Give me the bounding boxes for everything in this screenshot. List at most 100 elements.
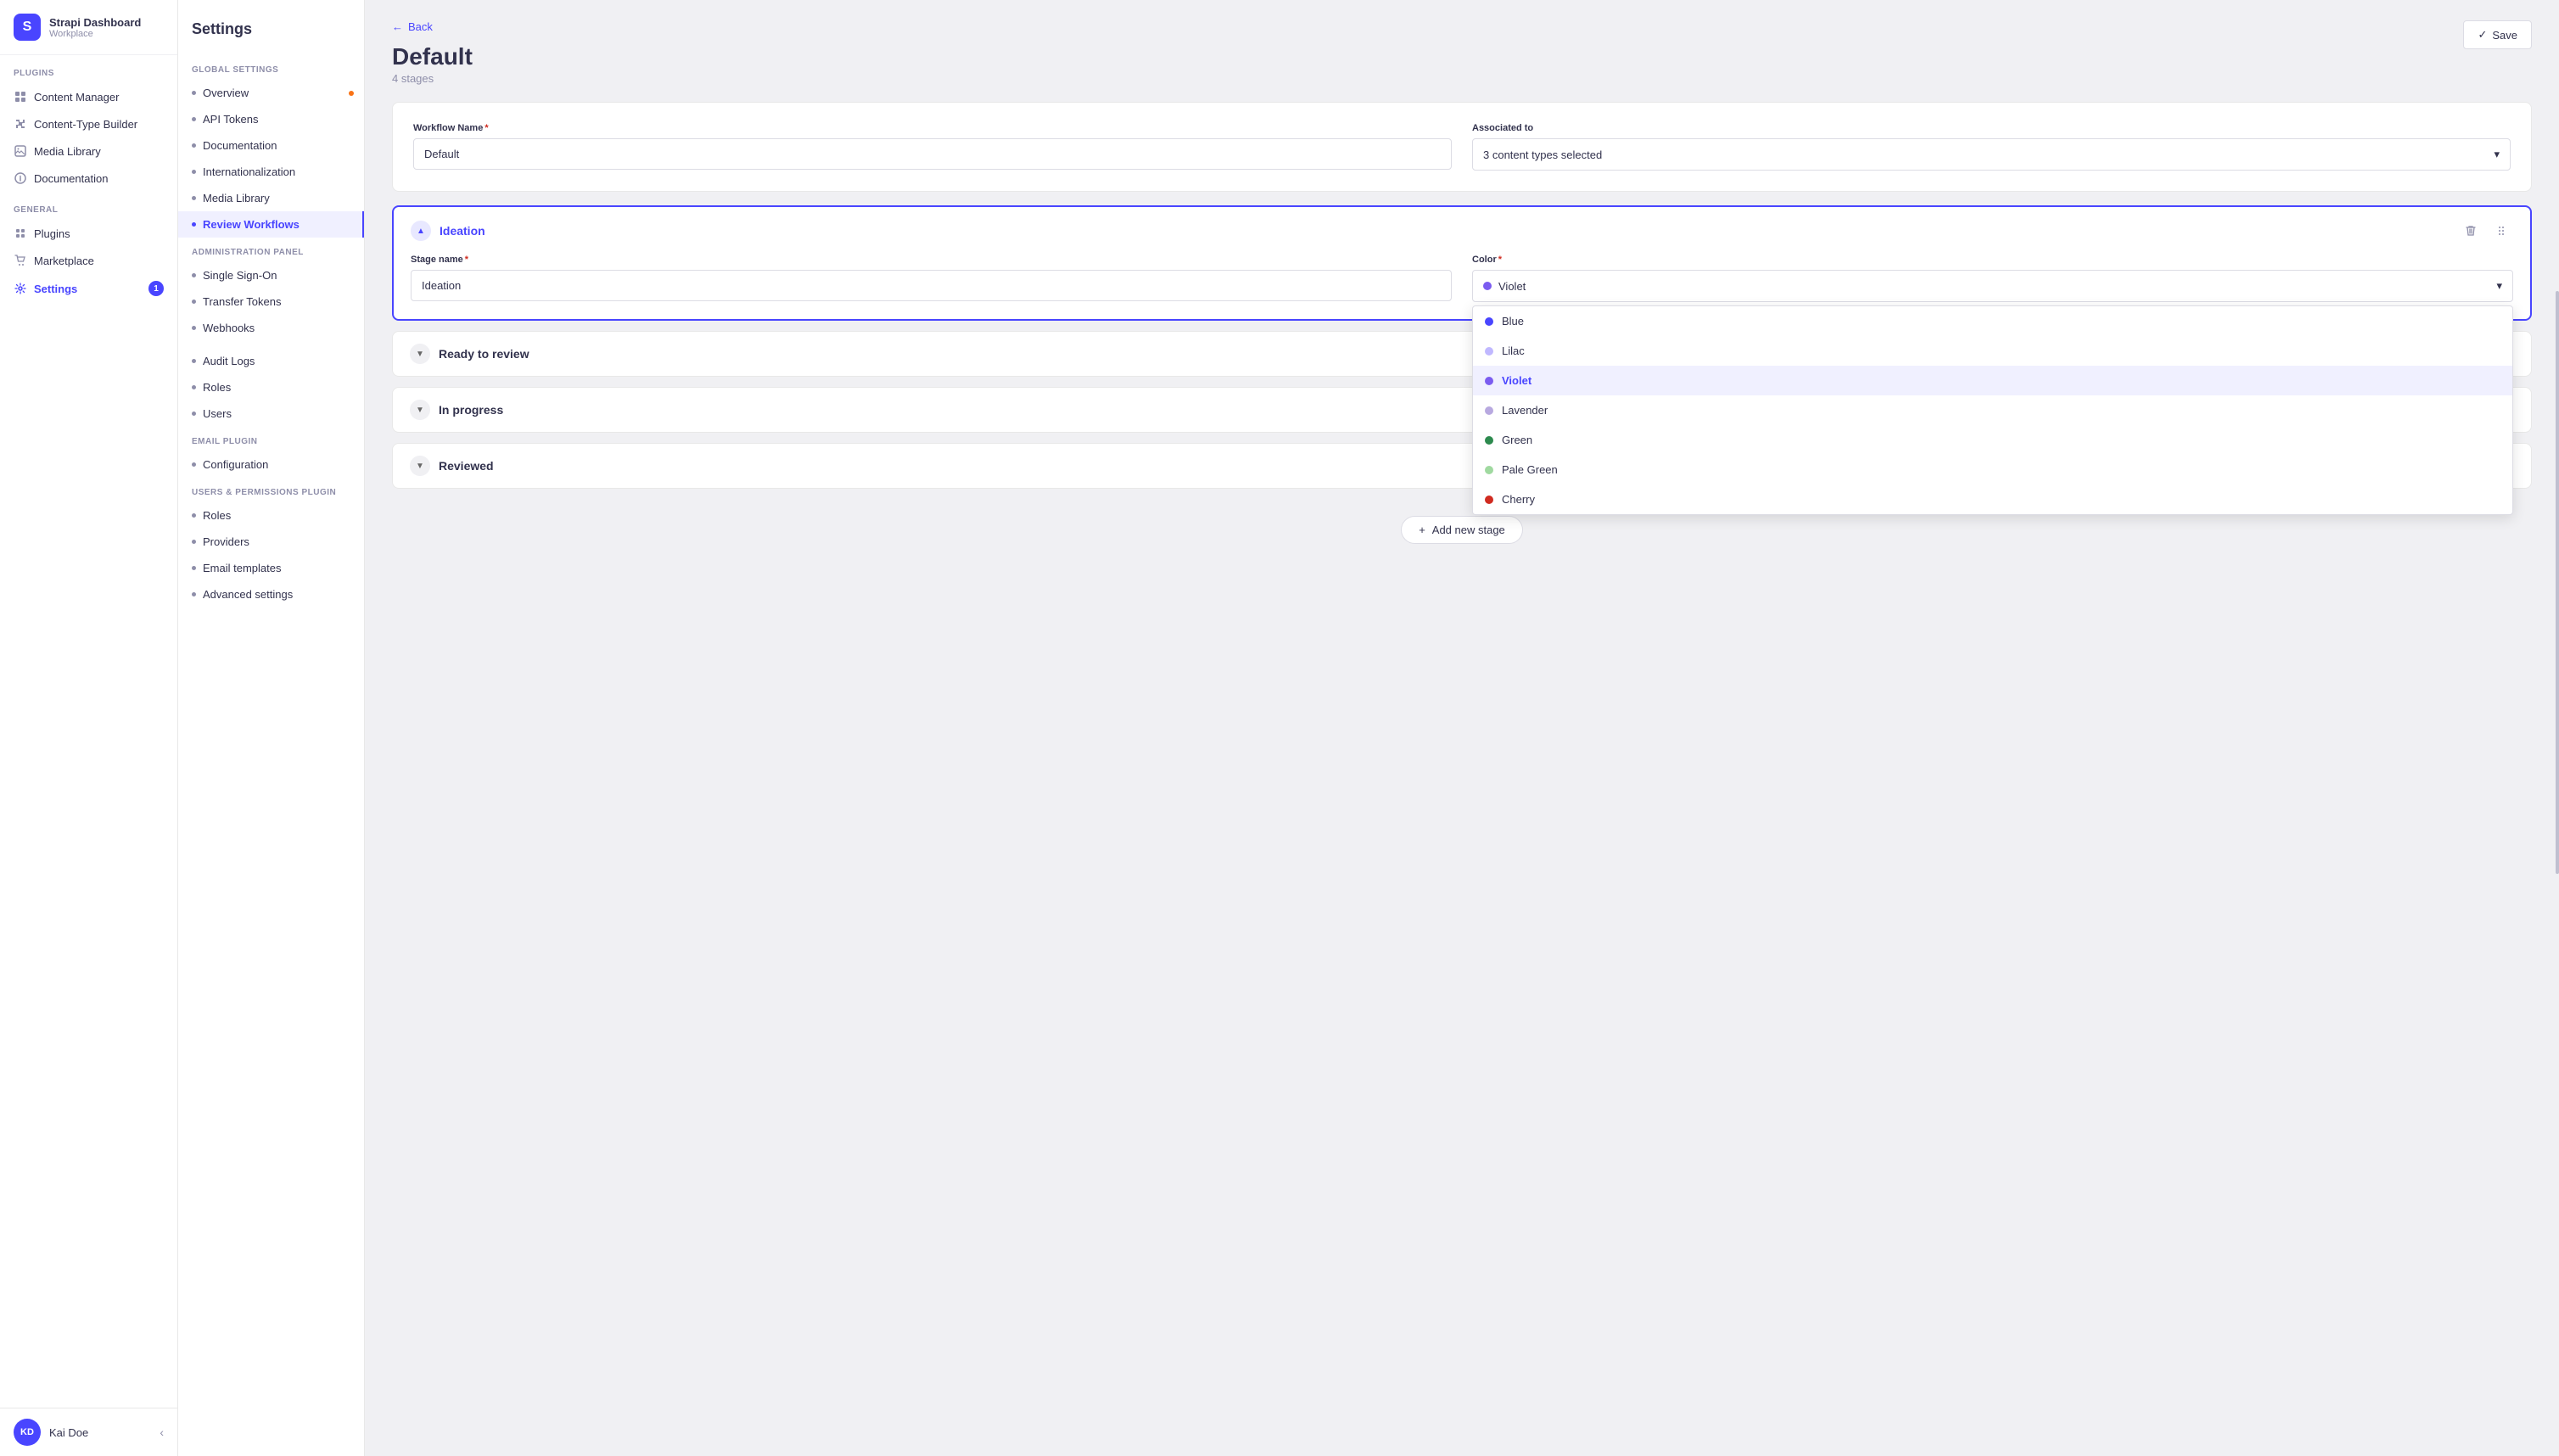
sidebar-item-documentation[interactable]: Documentation bbox=[0, 165, 177, 192]
color-option-blue[interactable]: Blue bbox=[1473, 306, 2512, 336]
dot-icon bbox=[192, 592, 196, 596]
settings-nav-email-templates[interactable]: Email templates bbox=[178, 555, 364, 581]
associated-to-label: Associated to bbox=[1472, 123, 2511, 133]
stage-toggle-in-progress[interactable]: ▼ bbox=[410, 400, 430, 420]
color-dropdown: Blue Lilac Violet Lavender bbox=[1472, 305, 2513, 515]
settings-nav-webhooks[interactable]: Webhooks bbox=[178, 315, 364, 341]
stage-name-input-ideation[interactable] bbox=[411, 270, 1452, 301]
settings-nav-audit-logs[interactable]: Audit Logs bbox=[178, 348, 364, 374]
color-selected-label: Violet bbox=[1498, 280, 1526, 293]
color-select-ideation[interactable]: Violet ▾ bbox=[1472, 270, 2513, 302]
stage-drag-button-ideation[interactable] bbox=[2489, 219, 2513, 243]
settings-badge: 1 bbox=[148, 281, 164, 296]
stage-name-label: Stage name* bbox=[411, 255, 1452, 265]
settings-nav-label: Audit Logs bbox=[203, 355, 255, 367]
settings-nav-roles-perm[interactable]: Roles bbox=[178, 502, 364, 529]
settings-nav-label: Review Workflows bbox=[203, 218, 300, 231]
settings-nav-advanced-settings[interactable]: Advanced settings bbox=[178, 581, 364, 608]
settings-nav-overview[interactable]: Overview bbox=[178, 80, 364, 106]
chevron-down-icon: ▾ bbox=[2496, 279, 2502, 293]
stage-header-ideation[interactable]: ▲ Ideation bbox=[394, 207, 2530, 255]
gear-icon bbox=[14, 282, 27, 295]
puzzle-icon bbox=[14, 117, 27, 131]
save-button[interactable]: ✓ Save bbox=[2463, 20, 2532, 49]
workflow-name-label: Workflow Name* bbox=[413, 123, 1452, 133]
settings-nav-configuration[interactable]: Configuration bbox=[178, 451, 364, 478]
associated-to-value: 3 content types selected bbox=[1483, 148, 1602, 161]
settings-nav-api-tokens[interactable]: API Tokens bbox=[178, 106, 364, 132]
back-link[interactable]: ← Back bbox=[392, 20, 2532, 33]
associated-to-group: Associated to 3 content types selected ▾ bbox=[1472, 123, 2511, 171]
color-option-green[interactable]: Green bbox=[1473, 425, 2512, 455]
settings-section-admin: ADMINISTRATION PANEL bbox=[178, 238, 364, 262]
stage-toggle-reviewed[interactable]: ▼ bbox=[410, 456, 430, 476]
associated-to-select[interactable]: 3 content types selected ▾ bbox=[1472, 138, 2511, 171]
color-option-cherry[interactable]: Cherry bbox=[1473, 484, 2512, 514]
sidebar-section-general: GENERAL bbox=[0, 192, 177, 220]
color-option-label: Lavender bbox=[1502, 404, 1548, 417]
sidebar-section-plugins: PLUGINS bbox=[0, 55, 177, 83]
color-option-label: Green bbox=[1502, 434, 1532, 446]
stage-delete-button-ideation[interactable] bbox=[2459, 219, 2483, 243]
settings-nav-review-workflows[interactable]: Review Workflows bbox=[178, 211, 364, 238]
color-dot-green bbox=[1485, 436, 1493, 445]
app-workspace: Workplace bbox=[49, 29, 141, 39]
stage-toggle-ideation[interactable]: ▲ bbox=[411, 221, 431, 241]
settings-nav-label: Media Library bbox=[203, 192, 270, 204]
dot-icon bbox=[192, 170, 196, 174]
color-option-label: Violet bbox=[1502, 374, 1531, 387]
color-dot-selected bbox=[1483, 282, 1492, 290]
dot-icon bbox=[192, 359, 196, 363]
info-icon bbox=[14, 171, 27, 185]
settings-nav-label: Overview bbox=[203, 87, 249, 99]
settings-nav-transfer-tokens[interactable]: Transfer Tokens bbox=[178, 288, 364, 315]
color-option-label: Cherry bbox=[1502, 493, 1535, 506]
scrollbar-track-ready bbox=[2556, 0, 2559, 1456]
add-stage-button[interactable]: + Add new stage bbox=[1401, 516, 1523, 544]
stage-name-group: Stage name* bbox=[411, 255, 1452, 302]
stage-name-ideation: Ideation bbox=[440, 224, 485, 238]
settings-nav-internationalization[interactable]: Internationalization bbox=[178, 159, 364, 185]
user-name: Kai Doe bbox=[49, 1426, 88, 1439]
sidebar-item-plugins[interactable]: Plugins bbox=[0, 220, 177, 247]
settings-nav-label: Roles bbox=[203, 381, 231, 394]
dot-icon bbox=[192, 196, 196, 200]
settings-nav-roles[interactable]: Roles bbox=[178, 374, 364, 400]
stage-actions-ideation bbox=[2459, 219, 2513, 243]
collapse-sidebar-button[interactable]: ‹ bbox=[160, 1425, 164, 1439]
settings-nav-label: API Tokens bbox=[203, 113, 259, 126]
color-option-lavender[interactable]: Lavender bbox=[1473, 395, 2512, 425]
settings-nav-users[interactable]: Users bbox=[178, 400, 364, 427]
dot-icon bbox=[192, 300, 196, 304]
color-group-ideation: Color* Violet ▾ Blue bbox=[1472, 255, 2513, 302]
dot-icon bbox=[192, 513, 196, 518]
color-option-lilac[interactable]: Lilac bbox=[1473, 336, 2512, 366]
dot-icon bbox=[192, 462, 196, 467]
sidebar-item-content-type-builder[interactable]: Content-Type Builder bbox=[0, 110, 177, 137]
stage-toggle-ready[interactable]: ▼ bbox=[410, 344, 430, 364]
stage-name-ready: Ready to review bbox=[439, 347, 529, 361]
settings-nav-label: Configuration bbox=[203, 458, 268, 471]
settings-nav-media-library[interactable]: Media Library bbox=[178, 185, 364, 211]
chevron-down-icon: ▾ bbox=[2494, 148, 2500, 161]
workflow-name-group: Workflow Name* bbox=[413, 123, 1452, 171]
settings-section-users-permissions: USERS & PERMISSIONS PLUGIN bbox=[178, 478, 364, 502]
color-option-violet[interactable]: Violet bbox=[1473, 366, 2512, 395]
color-dot-lilac bbox=[1485, 347, 1493, 356]
settings-nav-providers[interactable]: Providers bbox=[178, 529, 364, 555]
sidebar: S Strapi Dashboard Workplace PLUGINS Con… bbox=[0, 0, 178, 1456]
settings-nav-documentation[interactable]: Documentation bbox=[178, 132, 364, 159]
sidebar-item-settings[interactable]: Settings 1 bbox=[0, 274, 177, 303]
sidebar-item-label: Settings bbox=[34, 283, 77, 295]
settings-nav-label: Roles bbox=[203, 509, 231, 522]
sidebar-item-media-library[interactable]: Media Library bbox=[0, 137, 177, 165]
workflow-name-input[interactable] bbox=[413, 138, 1452, 170]
sidebar-item-marketplace[interactable]: Marketplace bbox=[0, 247, 177, 274]
app-name: Strapi Dashboard bbox=[49, 16, 141, 29]
settings-nav-single-sign-on[interactable]: Single Sign-On bbox=[178, 262, 364, 288]
stage-form-ideation: Stage name* Color* Violet ▾ bbox=[411, 255, 2513, 302]
color-option-pale-green[interactable]: Pale Green bbox=[1473, 455, 2512, 484]
sidebar-item-content-manager[interactable]: Content Manager bbox=[0, 83, 177, 110]
stage-name-reviewed: Reviewed bbox=[439, 459, 494, 473]
image-icon bbox=[14, 144, 27, 158]
